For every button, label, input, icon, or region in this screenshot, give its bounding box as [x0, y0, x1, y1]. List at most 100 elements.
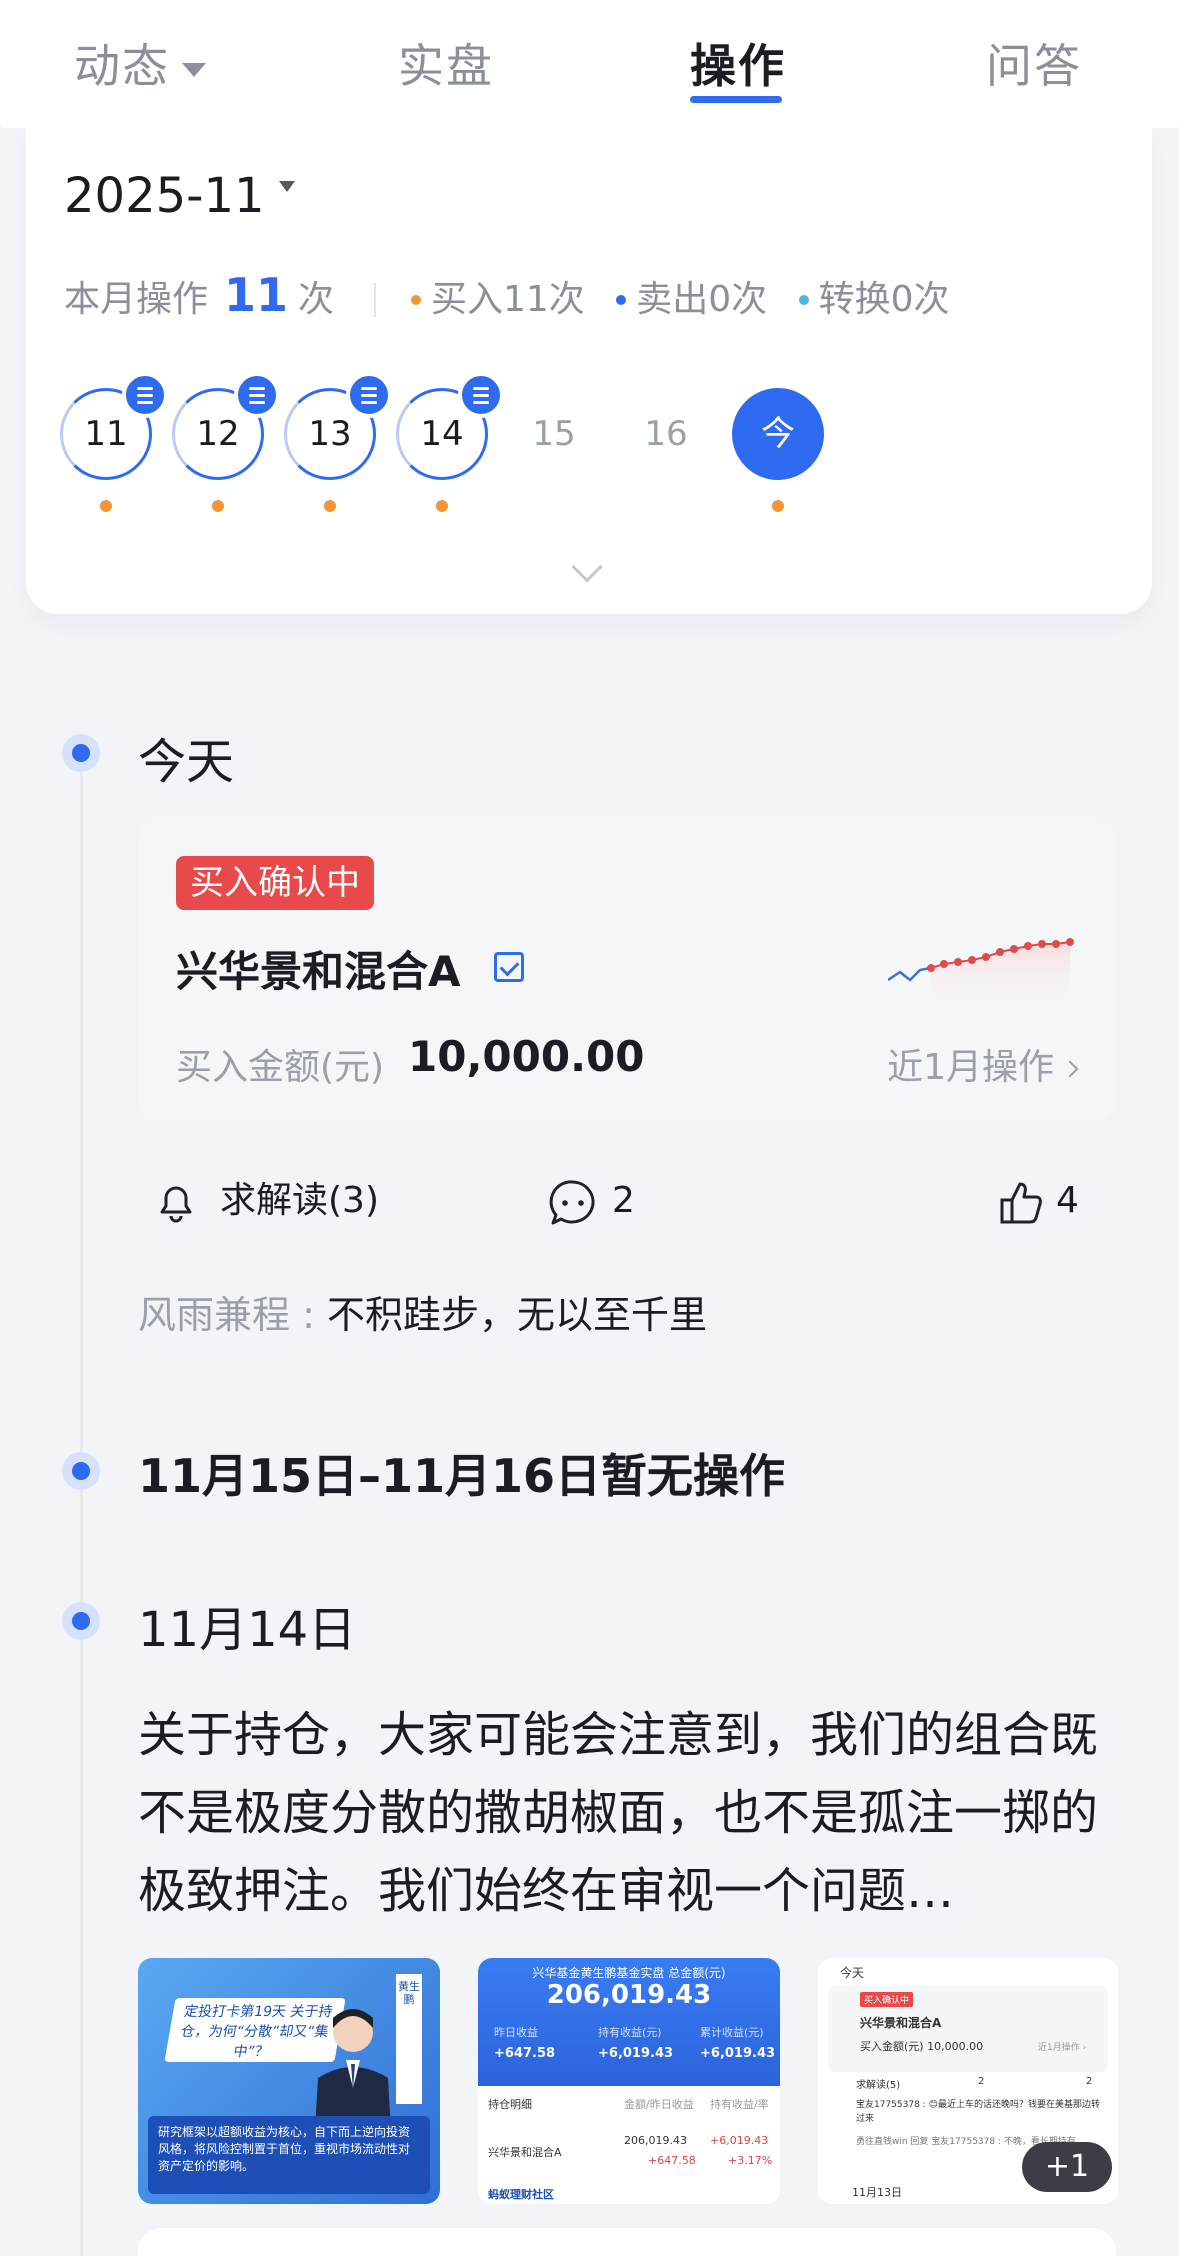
thumb1-quote: 研究框架以超额收益为核心，自下而上逆向投资风格，将风险控制置于首位，重视市场流动…	[148, 2116, 430, 2194]
sparkline-chart	[888, 938, 1074, 1016]
note-bubble-icon	[234, 372, 280, 418]
thumb2-value: +647.58	[494, 2046, 556, 2061]
day-13[interactable]: 13	[284, 372, 392, 512]
stats-prefix: 本月操作	[64, 279, 209, 320]
note-bubble-icon	[122, 372, 168, 418]
day-number: 今	[761, 414, 795, 454]
thumb2-header: 兴华基金黄生鹏基金实盘 总金额(元) 206,019.43 昨日收益 持有收益(…	[478, 1958, 780, 2086]
action-bar: 求解读(3) 2 4	[138, 1166, 1116, 1236]
thumbs-up-icon	[1000, 1182, 1042, 1224]
more-images-badge[interactable]: +1	[1022, 2142, 1112, 2192]
operation-dot	[324, 500, 336, 512]
thumb2-total: 206,019.43	[546, 1980, 712, 2010]
top-tab-bar: 动态 实盘 操作 问答	[0, 0, 1179, 128]
bell-icon	[160, 1186, 192, 1223]
tab-operations[interactable]: 操作	[690, 30, 786, 96]
timeline-dot	[62, 734, 100, 772]
interpret-label: 求解读(3)	[220, 1180, 379, 1221]
day-11[interactable]: 11	[60, 372, 168, 512]
month-stats: 本月操作 11 次 买入11次 卖出0次 转换0次	[64, 268, 969, 322]
timeline-dot	[62, 1452, 100, 1490]
thumb1-side-label: 黄生鹏	[396, 1974, 422, 2104]
note-bubble-icon	[346, 372, 392, 418]
stats-suffix: 次	[298, 279, 335, 320]
sell-dot-icon	[616, 295, 627, 305]
thumb3-amount: 买入金额(元) 10,000.00	[860, 2040, 984, 2053]
convert-count: 转换0次	[818, 279, 950, 320]
timeline-title-today: 今天	[138, 734, 235, 790]
operation-dot	[436, 500, 448, 512]
tab-qa[interactable]: 问答	[986, 30, 1082, 96]
likes-count: 4	[1056, 1180, 1079, 1221]
day-strip: 11 12 13 14 15 16 今	[60, 372, 1140, 512]
day-16[interactable]: 16	[620, 388, 712, 480]
thumb2-label: 昨日收益	[494, 2026, 538, 2039]
thumb2-label: 累计收益(元)	[700, 2026, 764, 2039]
comments-count: 2	[612, 1180, 635, 1221]
thumb2-header-cell: 金额/昨日收益	[624, 2098, 694, 2111]
amount-label: 买入金额(元)	[176, 1047, 385, 1088]
next-card-preview	[138, 2228, 1116, 2256]
buy-dot-icon	[410, 295, 421, 305]
thumb2-caption: 兴华基金黄生鹏基金实盘 总金额(元)	[532, 1966, 726, 1980]
day-15[interactable]: 15	[508, 388, 600, 480]
thumb3-fund: 兴华景和混合A	[860, 2016, 942, 2030]
image-thumbnail-2[interactable]: 兴华基金黄生鹏基金实盘 总金额(元) 206,019.43 昨日收益 持有收益(…	[478, 1958, 780, 2204]
fund-name: 兴华景和混合A	[176, 947, 461, 996]
month-selector[interactable]: 2025-11	[64, 168, 295, 224]
month-label: 2025-11	[64, 168, 265, 224]
thumb3-actions: 求解读(5)	[856, 2080, 901, 2091]
thumb2-yday: +647.58	[648, 2154, 696, 2167]
thumb2-label: 持有收益(元)	[598, 2026, 662, 2039]
thumb3-likes: 2	[1086, 2076, 1093, 2087]
timeline-dot	[62, 1602, 100, 1640]
comment-text: 不积跬步，无以至千里	[326, 1293, 707, 1337]
expand-chevron-icon[interactable]	[571, 551, 603, 583]
comment-item[interactable]: 风雨兼程 : 不积跬步，无以至千里	[138, 1284, 707, 1339]
comment-author: 风雨兼程 :	[138, 1293, 315, 1337]
timeline-title-nov14: 11月14日	[138, 1602, 357, 1658]
thumb2-value: +6,019.43	[598, 2046, 674, 2061]
thumb3-tag: 买入确认中	[860, 1992, 914, 2007]
day-number: 16	[644, 414, 688, 454]
amount-value: 10,000.00	[408, 1032, 645, 1081]
recent-link-label: 近1月操作	[887, 1047, 1054, 1088]
day-12[interactable]: 12	[172, 372, 280, 512]
buy-count: 买入11次	[430, 279, 585, 320]
thumb3-today: 今天	[840, 1966, 865, 1980]
day-number: 15	[532, 414, 576, 454]
recent-operations-link[interactable]: 近1月操作	[887, 1038, 1079, 1090]
thumb2-amount: 206,019.43	[624, 2134, 687, 2147]
tab-dynamics[interactable]: 动态	[74, 30, 206, 96]
thumb2-header-cell: 持有收益/率	[710, 2098, 769, 2111]
thumb3-comments: 2	[978, 2076, 985, 2087]
like-button[interactable]: 4	[998, 1166, 1079, 1236]
chevron-right-icon	[1061, 1060, 1079, 1078]
thumb2-rate: +3.17%	[728, 2154, 773, 2167]
day-14[interactable]: 14	[396, 372, 504, 512]
interpret-button[interactable]: 求解读(3)	[144, 1166, 379, 1236]
caret-down-icon	[278, 181, 295, 192]
thumb2-footer: 蚂蚁理财社区	[488, 2188, 554, 2201]
post-text[interactable]: 关于持仓，大家可能会注意到，我们的组合既不是极度分散的撒胡椒面，也不是孤注一掷的…	[138, 1696, 1118, 1930]
comments-button[interactable]: 2	[548, 1166, 635, 1236]
operation-count: 11	[224, 268, 289, 322]
image-thumbnail-1[interactable]: 黄生鹏 定投打卡第19天 关于持仓，为何“分散”却又“集中”？ 研究框架以超额收…	[138, 1958, 440, 2204]
thumb2-hold: +6,019.43	[710, 2134, 769, 2147]
page: 动态 实盘 操作 问答 2025-11 本月操作 11 次 买入11次 卖出0次 转…	[0, 0, 1179, 2256]
note-bubble-icon	[458, 372, 504, 418]
thumb2-header-cell: 持仓明细	[488, 2098, 532, 2111]
operation-dot	[212, 500, 224, 512]
image-gallery: 黄生鹏 定投打卡第19天 关于持仓，为何“分散”却又“集中”？ 研究框架以超额收…	[138, 1958, 1118, 2204]
checkbox-icon	[494, 952, 524, 982]
timeline-title-gap: 11月15日–11月16日暂无操作	[138, 1449, 786, 1503]
convert-dot-icon	[798, 295, 809, 305]
divider	[373, 283, 376, 317]
tab-live[interactable]: 实盘	[398, 30, 494, 96]
operation-dot	[100, 500, 112, 512]
day-today[interactable]: 今	[732, 388, 824, 512]
tab-dynamics-label: 动态	[74, 39, 170, 93]
operation-card[interactable]: 买入确认中 兴华景和混合A 买入金额(元) 10,000.00 近1月操作	[138, 816, 1116, 1124]
month-summary-card: 2025-11 本月操作11次 买入11次 卖出0次 转换0次 11 12	[26, 128, 1152, 614]
thumb2-fund: 兴华景和混合A	[488, 2146, 562, 2159]
